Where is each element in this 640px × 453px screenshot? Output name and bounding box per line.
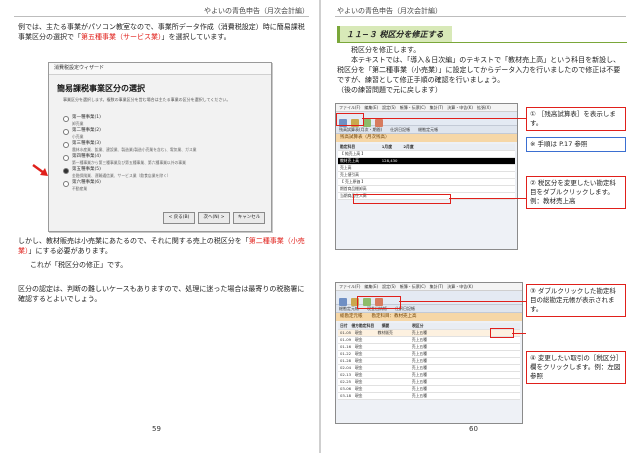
option-description: 不動産業 bbox=[72, 186, 88, 191]
page-number: 60 bbox=[469, 425, 478, 433]
menu-bar: ファイル(F) 編集(E) 設定(S) 帳簿・伝票(C) 集計(T) 決算・申告… bbox=[336, 283, 522, 291]
callout-note: ※ 手順は P.17 参照 bbox=[526, 137, 626, 152]
next-button[interactable]: 次へ(N) > bbox=[198, 212, 230, 224]
option-text: 第三種事業(3) 農林水産業、鉱業、建設業、製造業(製造小売業を含む)、電気業、ガ… bbox=[72, 141, 196, 154]
intro-line-1: 税区分を修正します。 bbox=[351, 46, 421, 54]
business-class-option[interactable]: 第一種事業(1) 卸売業 bbox=[63, 115, 263, 128]
radio-button[interactable] bbox=[63, 168, 69, 174]
highlight-box bbox=[336, 113, 364, 126]
ledger-title: 総勘定元帳 勘定科目：教材売上高 bbox=[336, 313, 522, 321]
business-class-option[interactable]: 第六種事業(6) 不動産業 bbox=[63, 180, 263, 193]
grid-row[interactable]: 01-16 現金 売上五種 bbox=[338, 344, 520, 351]
running-header: やよいの青色申告（月次会計編） bbox=[337, 7, 442, 15]
grid-row[interactable]: 期首商品棚卸高 bbox=[338, 186, 515, 193]
callout-step-1: ① ［残高試算表］を表示します。 bbox=[526, 107, 626, 131]
right-page: やよいの青色申告（月次会計編） １１−３ 税区分を修正する 税区分を修正します。… bbox=[321, 0, 640, 453]
section-title: １１−３ 税区分を修正する bbox=[346, 30, 444, 39]
grid-row[interactable]: 01-28 現金 売上五種 bbox=[338, 358, 520, 365]
option-description: 小売業 bbox=[72, 134, 84, 139]
option-description: 金融保険業、運輸通信業、サービス業（飲食店業を除く） bbox=[72, 173, 171, 178]
callout-step-2: ② 税区分を変更したい勘定科目をダブルクリックします。例：教材売上高 bbox=[526, 176, 626, 209]
grid-row[interactable]: 01-09 現金 売上五種 bbox=[338, 337, 520, 344]
option-text: 第五種事業(5) 金融保険業、運輸通信業、サービス業（飲食店業を除く） bbox=[72, 167, 171, 180]
grid-row[interactable]: 03-06 現金 売上五種 bbox=[338, 386, 520, 393]
grid-row[interactable]: 【 売上原価 】 bbox=[338, 179, 515, 186]
business-class-option[interactable]: 第四種事業(4) 第一種事業から第三種事業及び第五種事業、第六種事業以外の事業 bbox=[63, 154, 263, 167]
book-spread: やよいの青色申告（月次会計編） 例では、主たる事業がパソコン教室なので、事業所デ… bbox=[0, 0, 640, 453]
paragraph-note: 区分の認定は、判断の難しいケースもありますので、処理に迷った場合は最寄りの税務署… bbox=[18, 285, 305, 303]
option-label: 第二種事業(2) bbox=[72, 128, 101, 133]
option-label: 第六種事業(6) bbox=[72, 180, 101, 185]
grid-row[interactable]: 02-13 現金 売上五種 bbox=[338, 372, 520, 379]
grid-row[interactable]: 【 純売上高 】 bbox=[338, 151, 515, 158]
radio-button[interactable] bbox=[63, 116, 69, 122]
paragraph-correction: これが「税区分の修正」です。 bbox=[30, 261, 128, 269]
connector-line bbox=[449, 198, 526, 200]
radio-button[interactable] bbox=[63, 142, 69, 148]
header-rule bbox=[14, 16, 309, 17]
business-class-option[interactable]: 第三種事業(3) 農林水産業、鉱業、建設業、製造業(製造小売業を含む)、電気業、ガ… bbox=[63, 141, 263, 154]
callout-step-4: ④ 変更したい取引の［税区分］欄をクリックします。例：左図参照 bbox=[526, 351, 626, 384]
trial-balance-grid: 勘定科目 1月度 2月度【 純売上高 】教材売上高 128,430 売上高 売上値… bbox=[338, 144, 515, 200]
option-text: 第一種事業(1) 卸売業 bbox=[72, 115, 101, 128]
grid-row[interactable]: 01-22 現金 売上五種 bbox=[338, 351, 520, 358]
highlight-box bbox=[353, 194, 451, 204]
red-arrow-icon bbox=[32, 164, 48, 176]
grid-row[interactable]: 03-18 現金 売上五種 bbox=[338, 393, 520, 400]
grid-row[interactable]: 02-25 現金 売上五種 bbox=[338, 379, 520, 386]
dialog-description: 事業区分を選択します。複数の事業区分を営む場合は主たる事業の区分を選択してくださ… bbox=[63, 97, 231, 102]
running-header: やよいの青色申告（月次会計編） bbox=[204, 7, 309, 15]
radio-button[interactable] bbox=[63, 181, 69, 187]
dialog-buttons: < 戻る(B) 次へ(N) > キャンセル bbox=[163, 212, 265, 224]
callout-step-3: ③ ダブルクリックした勘定科目の総勘定元帳が表示されます。 bbox=[526, 284, 626, 317]
dialog-title: 消費税設定ウィザード bbox=[49, 63, 271, 75]
grid-row[interactable]: 教材売上高 128,430 bbox=[338, 158, 515, 165]
option-description: 農林水産業、鉱業、建設業、製造業(製造小売業を含む)、電気業、ガス業 bbox=[72, 147, 197, 152]
tab-strip: 残高試算表(月次・期間) 仕訳日記帳 総勘定元帳 bbox=[336, 126, 517, 134]
business-class-option[interactable]: 第二種事業(2) 小売業 bbox=[63, 128, 263, 141]
section-rule bbox=[337, 42, 627, 43]
option-text: 第六種事業(6) 不動産業 bbox=[72, 180, 101, 193]
option-text: 第二種事業(2) 小売業 bbox=[72, 128, 101, 141]
connector-line bbox=[362, 118, 526, 120]
grid-row[interactable]: 売上高 bbox=[338, 165, 515, 172]
connector-line bbox=[512, 333, 526, 335]
tax-wizard-dialog: 消費税設定ウィザード 簡易課税事業区分の選択 事業区分を選択します。複数の事業区… bbox=[48, 62, 272, 232]
left-page: やよいの青色申告（月次会計編） 例では、主たる事業がパソコン教室なので、事業所デ… bbox=[0, 0, 319, 453]
grid-header-row: 勘定科目 1月度 2月度 bbox=[338, 144, 515, 151]
grid-row[interactable]: 02-04 現金 売上五種 bbox=[338, 365, 520, 372]
menu-bar: ファイル(F) 編集(E) 設定(S) 帳簿・伝票(C) 集計(T) 決算・申告… bbox=[336, 104, 517, 112]
intro-line-2: 本テキストでは、「導入＆日次編」のテキストで「教材売上高」という科目を新設し、税… bbox=[337, 56, 621, 84]
para-text: 」を選択しています。 bbox=[161, 33, 231, 41]
intro-line-3: （後の練習問題で元に戻します） bbox=[337, 86, 442, 94]
report-title: 残高試算表（月次残高） bbox=[336, 134, 517, 142]
option-description: 第一種事業から第三種事業及び第五種事業、第六種事業以外の事業 bbox=[72, 160, 186, 165]
business-class-option[interactable]: 第五種事業(5) 金融保険業、運輸通信業、サービス業（飲食店業を除く） bbox=[63, 167, 263, 180]
section-title-box: １１−３ 税区分を修正する bbox=[337, 26, 452, 42]
connector-line bbox=[399, 301, 526, 303]
para-text: 」にする必要があります。 bbox=[28, 247, 112, 255]
highlight-box bbox=[490, 328, 514, 338]
option-label: 第五種事業(5) bbox=[72, 167, 101, 172]
header-rule bbox=[335, 16, 626, 17]
radio-button[interactable] bbox=[63, 155, 69, 161]
cancel-button[interactable]: キャンセル bbox=[233, 212, 265, 224]
back-button[interactable]: < 戻る(B) bbox=[163, 212, 195, 224]
grid-row[interactable]: 売上値引高 bbox=[338, 172, 515, 179]
business-class-options: 第一種事業(1) 卸売業 第二種事業(2) 小売業 第三種事業(3) 農林水産業、鉱業、建… bbox=[63, 115, 263, 193]
highlight-box bbox=[357, 296, 401, 309]
highlight-text: 第五種事業（サービス業） bbox=[81, 33, 162, 41]
paragraph-intro: 例では、主たる事業がパソコン教室なので、事業所データ作成（消費税設定）時に簡易課… bbox=[18, 22, 308, 42]
option-description: 卸売業 bbox=[72, 121, 84, 126]
dialog-heading: 簡易課税事業区分の選択 bbox=[57, 84, 145, 93]
paragraph-retail: しかし、教材販売は小売業にあたるので、それに関する売上の税区分を「第二種事業（小… bbox=[18, 236, 308, 256]
option-label: 第一種事業(1) bbox=[72, 115, 101, 120]
para-text: しかし、教材販売は小売業にあたるので、それに関する売上の税区分を「 bbox=[18, 237, 249, 245]
option-label: 第三種事業(3) bbox=[72, 141, 101, 146]
radio-button[interactable] bbox=[63, 129, 69, 135]
option-label: 第四種事業(4) bbox=[72, 154, 101, 159]
page-number: 59 bbox=[152, 425, 161, 433]
option-text: 第四種事業(4) 第一種事業から第三種事業及び第五種事業、第六種事業以外の事業 bbox=[72, 154, 186, 167]
